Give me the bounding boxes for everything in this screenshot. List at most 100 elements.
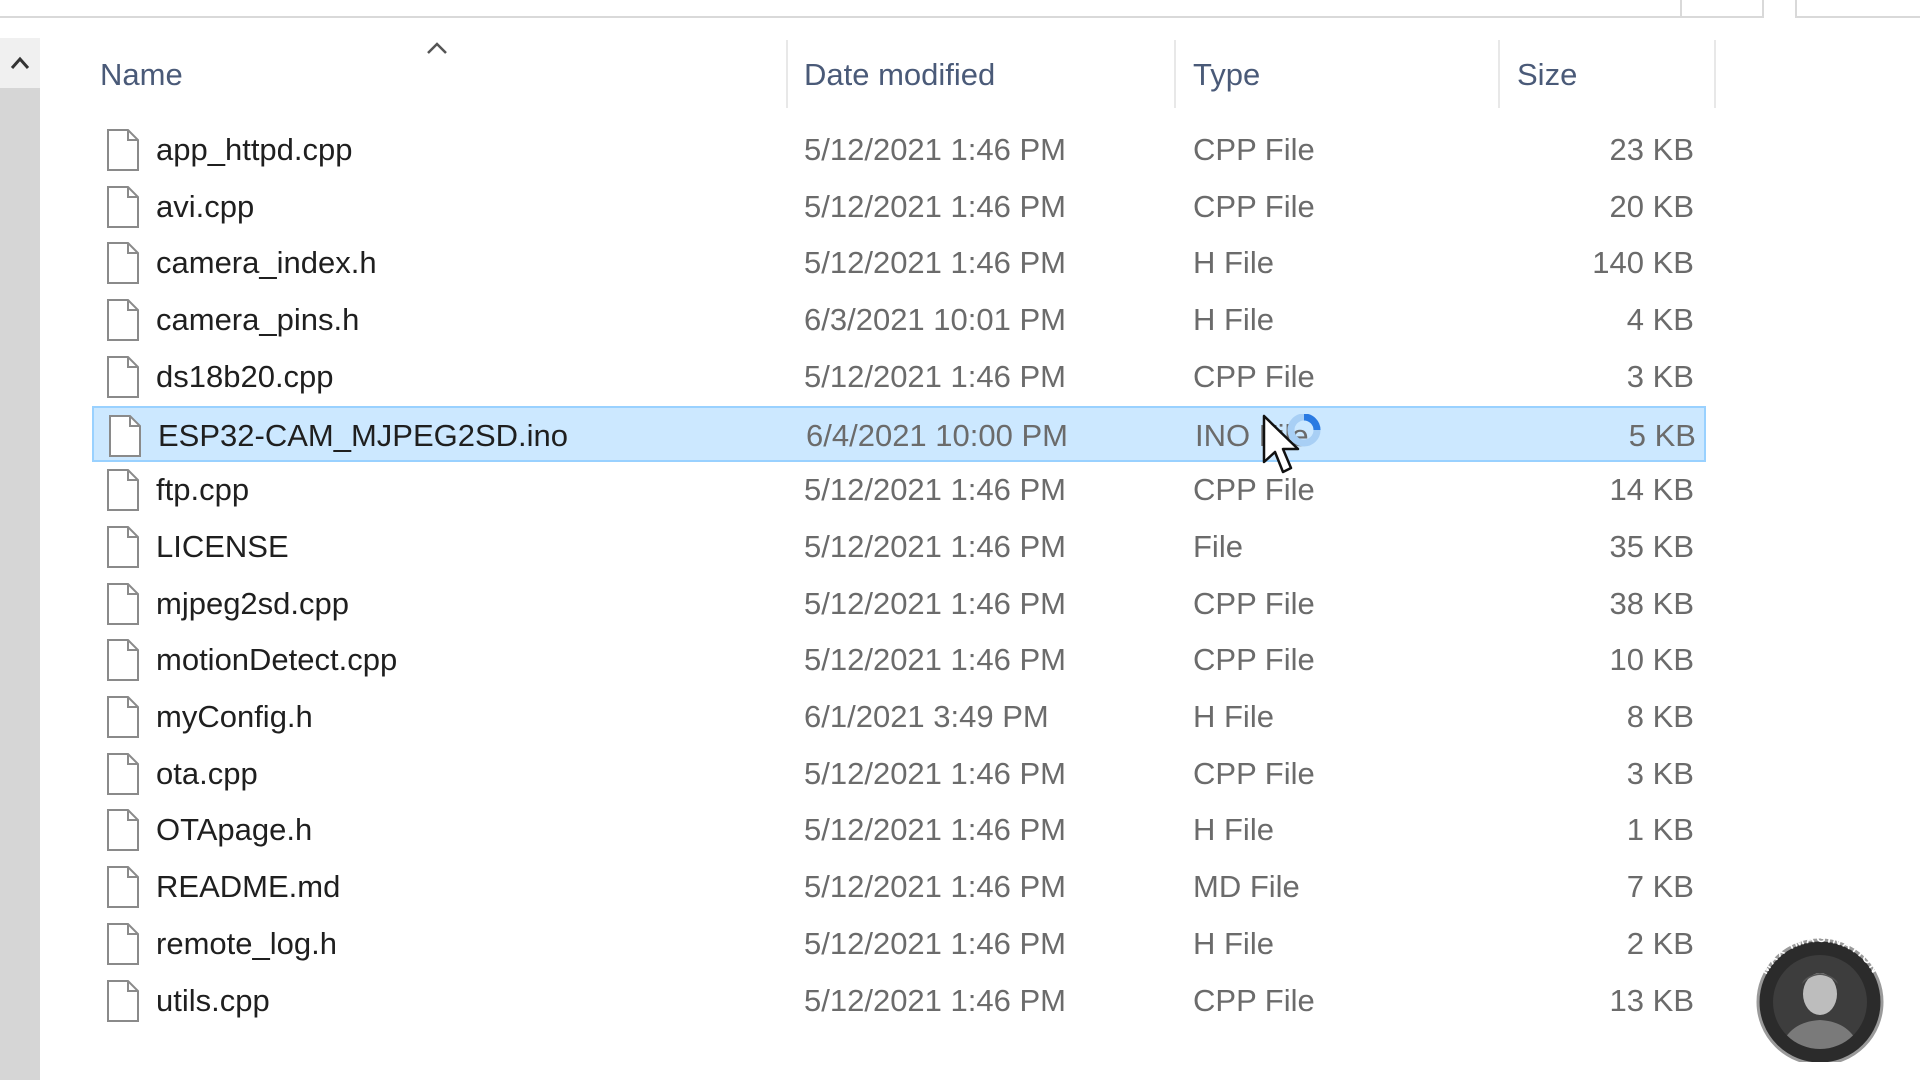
file-icon [106,865,140,909]
file-name: ESP32-CAM_MJPEG2SD.ino [158,417,569,453]
column-header-size[interactable]: Size [1517,40,1717,110]
file-type: H File [1193,812,1274,848]
chevron-up-icon [10,56,30,69]
file-icon [106,185,140,229]
file-icon [106,638,140,682]
file-row[interactable]: camera_pins.h 6/3/2021 10:01 PM H File 4 KB [92,292,1706,348]
file-row[interactable]: motionDetect.cpp 5/12/2021 1:46 PM CPP Fil… [92,632,1706,688]
file-type: CPP File [1193,585,1315,621]
file-type: CPP File [1193,755,1315,791]
file-size: 23 KB [1609,132,1694,167]
column-header-row: Name Date modified Type Size [80,40,1720,110]
file-row[interactable]: ds18b20.cpp 5/12/2021 1:46 PM CPP File 3 KB [92,349,1706,405]
file-type: MD File [1193,869,1300,905]
file-size: 13 KB [1609,982,1694,1018]
file-icon [106,695,140,739]
file-row[interactable]: avi.cpp 5/12/2021 1:46 PM CPP File 20 KB [92,179,1706,235]
file-row[interactable]: LICENSE 5/12/2021 1:46 PM File 35 KB [92,519,1706,575]
file-size: 3 KB [1626,755,1694,791]
file-icon [106,922,140,966]
file-row[interactable]: camera_index.h 5/12/2021 1:46 PM H File 140… [92,235,1706,291]
column-header-name[interactable]: Name [100,40,780,110]
file-date-modified: 5/12/2021 1:46 PM [804,982,1066,1018]
file-date-modified: 5/12/2021 1:46 PM [804,585,1066,621]
file-icon [106,355,140,399]
file-date-modified: 5/12/2021 1:46 PM [804,869,1066,905]
file-name: LICENSE [156,528,289,564]
file-size: 7 KB [1626,869,1694,905]
file-icon [106,752,140,796]
file-size: 20 KB [1609,188,1694,224]
file-date-modified: 5/12/2021 1:46 PM [804,642,1066,678]
file-icon [106,582,140,626]
file-type: CPP File [1193,358,1315,394]
file-icon [106,468,140,512]
file-icon [106,808,140,852]
refresh-button[interactable] [1680,0,1764,18]
file-date-modified: 6/4/2021 10:00 PM [806,417,1068,453]
file-name: mjpeg2sd.cpp [156,585,350,621]
file-name: OTApage.h [156,812,313,848]
vertical-scrollbar[interactable] [0,38,40,1080]
file-row[interactable]: utils.cpp 5/12/2021 1:46 PM CPP File 13 KB [92,973,1706,1029]
column-divider[interactable] [1714,40,1716,108]
file-row[interactable]: OTApage.h 5/12/2021 1:46 PM H File 1 KB [92,802,1706,858]
column-header-date[interactable]: Date modified [804,40,1184,110]
file-size: 14 KB [1609,472,1694,508]
file-date-modified: 5/12/2021 1:46 PM [804,245,1066,281]
busy-cursor-icon [1262,414,1321,474]
file-date-modified: 5/12/2021 1:46 PM [804,472,1066,508]
column-header-type[interactable]: Type [1193,40,1493,110]
file-type: CPP File [1193,642,1315,678]
file-name: camera_index.h [156,245,377,281]
file-size: 2 KB [1626,925,1694,961]
file-row[interactable]: mjpeg2sd.cpp 5/12/2021 1:46 PM CPP File 38 … [92,576,1706,632]
file-size: 1 KB [1626,812,1694,848]
avatar: MAX IMAGINATION [1756,931,1884,1066]
file-type: H File [1193,245,1274,281]
file-name: remote_log.h [156,925,337,961]
file-row[interactable]: ftp.cpp 5/12/2021 1:46 PM CPP File 14 KB [92,462,1706,518]
file-row[interactable]: app_httpd.cpp 5/12/2021 1:46 PM CPP File 23… [92,122,1706,178]
file-row[interactable]: README.md 5/12/2021 1:46 PM MD File 7 KB [92,859,1706,915]
file-name: README.md [156,869,341,905]
file-icon [106,979,140,1023]
file-row[interactable]: ota.cpp 5/12/2021 1:46 PM CPP File 3 KB [92,746,1706,802]
column-divider[interactable] [1174,40,1176,108]
file-size: 8 KB [1626,699,1694,734]
file-date-modified: 5/12/2021 1:46 PM [804,358,1066,394]
file-icon [108,414,142,458]
file-icon [106,128,140,172]
file-name: ota.cpp [156,755,258,791]
file-icon [106,241,140,285]
file-type: CPP File [1193,982,1315,1018]
address-bar[interactable] [0,0,1680,18]
file-row[interactable]: ESP32-CAM_MJPEG2SD.ino 6/4/2021 10:00 PM I… [92,405,1706,462]
file-name: avi.cpp [156,188,255,224]
file-date-modified: 5/12/2021 1:46 PM [804,925,1066,961]
file-type: CPP File [1193,188,1315,224]
file-name: myConfig.h [156,699,313,734]
file-icon [106,298,140,342]
file-size: 35 KB [1609,528,1694,564]
file-row[interactable]: remote_log.h 5/12/2021 1:46 PM H File 2 KB [92,916,1706,972]
file-name: camera_pins.h [156,302,360,338]
file-icon [106,525,140,569]
file-size: 4 KB [1626,302,1694,338]
file-size: 10 KB [1609,642,1694,678]
column-divider[interactable] [1498,40,1500,108]
file-row[interactable]: myConfig.h 6/1/2021 3:49 PM H File 8 KB [92,689,1706,745]
file-size: 5 KB [1628,417,1696,453]
file-date-modified: 5/12/2021 1:46 PM [804,132,1066,167]
scroll-up-button[interactable] [0,38,40,88]
file-size: 3 KB [1626,358,1694,394]
file-name: ds18b20.cpp [156,358,334,394]
file-date-modified: 5/12/2021 1:46 PM [804,188,1066,224]
file-name: motionDetect.cpp [156,642,398,678]
column-divider[interactable] [786,40,788,108]
search-box[interactable] [1795,0,1920,18]
channel-watermark: MAX IMAGINATION [1738,918,1902,1066]
file-date-modified: 6/3/2021 10:01 PM [804,302,1066,338]
file-type: CPP File [1193,132,1315,167]
file-name: app_httpd.cpp [156,132,353,167]
